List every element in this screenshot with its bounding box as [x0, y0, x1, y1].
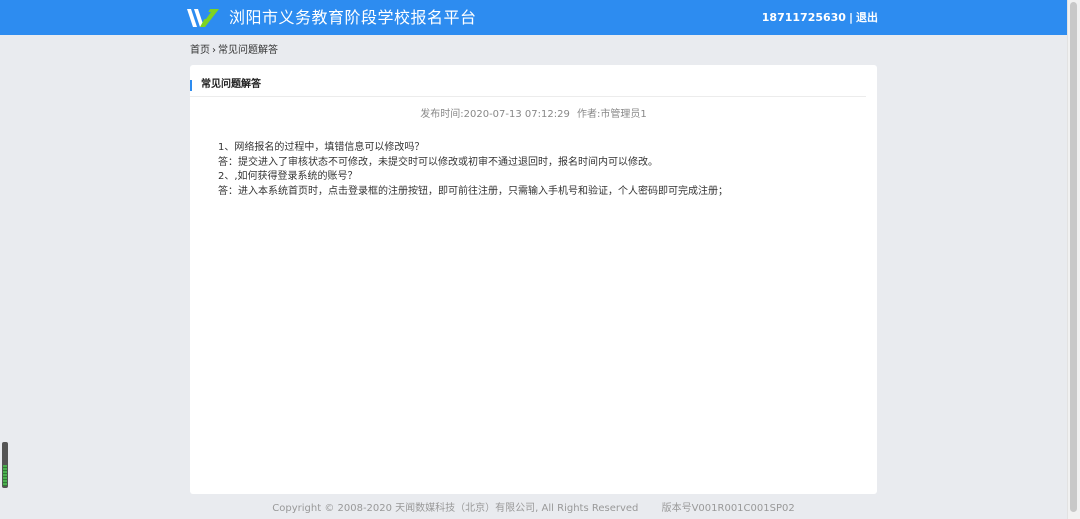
- footer: Copyright © 2008-2020 天闻数媒科技（北京）有限公司, Al…: [0, 502, 1067, 516]
- logout-link[interactable]: 退出: [856, 10, 878, 26]
- breadcrumb-home-link[interactable]: 首页: [190, 44, 210, 58]
- heading-accent-bar: [190, 80, 192, 91]
- article-author: 作者:市管理员1: [577, 109, 647, 120]
- page-title: 常见问题解答: [201, 79, 261, 90]
- question-1: 1、网络报名的过程中，填错信息可以修改吗？: [218, 142, 425, 153]
- article-meta: 发布时间:2020-07-13 07:12:29 作者:市管理员1: [190, 108, 877, 122]
- scrollbar-thumb[interactable]: [1070, 2, 1077, 512]
- volume-level-icon[interactable]: [2, 442, 8, 488]
- user-separator: |: [848, 11, 853, 24]
- answer-2: 答：进入本系统首页时，点击登录框的注册按钮，即可前往注册，只需输入手机号和验证，…: [218, 185, 728, 197]
- user-phone: 18711725630: [761, 11, 846, 24]
- top-navbar: 浏阳市义务教育阶段学校报名平台 18711725630 | 退出: [0, 0, 1067, 35]
- footer-copyright: Copyright © 2008-2020 天闻数媒科技（北京）有限公司, Al…: [272, 503, 639, 514]
- breadcrumb-current: 常见问题解答: [218, 45, 278, 56]
- user-area: 18711725630 | 退出: [762, 10, 878, 26]
- volume-level-fill: [3, 465, 7, 486]
- article-body: 1、网络报名的过程中，填错信息可以修改吗？ 答：提交进入了审核状态不可修改，未提…: [218, 141, 858, 199]
- publish-time: 发布时间:2020-07-13 07:12:29: [420, 109, 570, 120]
- footer-version: 版本号V001R001C001SP02: [661, 503, 795, 514]
- breadcrumb: 首页 › 常见问题解答: [190, 44, 278, 58]
- site-title: 浏阳市义务教育阶段学校报名平台: [229, 8, 477, 27]
- answer-1: 答：提交进入了审核状态不可修改，未提交时可以修改或初审不通过退回时，报名时间内可…: [218, 156, 658, 168]
- question-2: 2、,如何获得登录系统的账号？: [218, 171, 358, 182]
- page-scrollbar[interactable]: [1067, 0, 1080, 519]
- logo-icon: [187, 9, 219, 27]
- card-header: 常见问题解答: [190, 75, 866, 97]
- article-card: 常见问题解答 发布时间:2020-07-13 07:12:29 作者:市管理员1…: [190, 65, 877, 494]
- chevron-right-icon: ›: [212, 45, 216, 56]
